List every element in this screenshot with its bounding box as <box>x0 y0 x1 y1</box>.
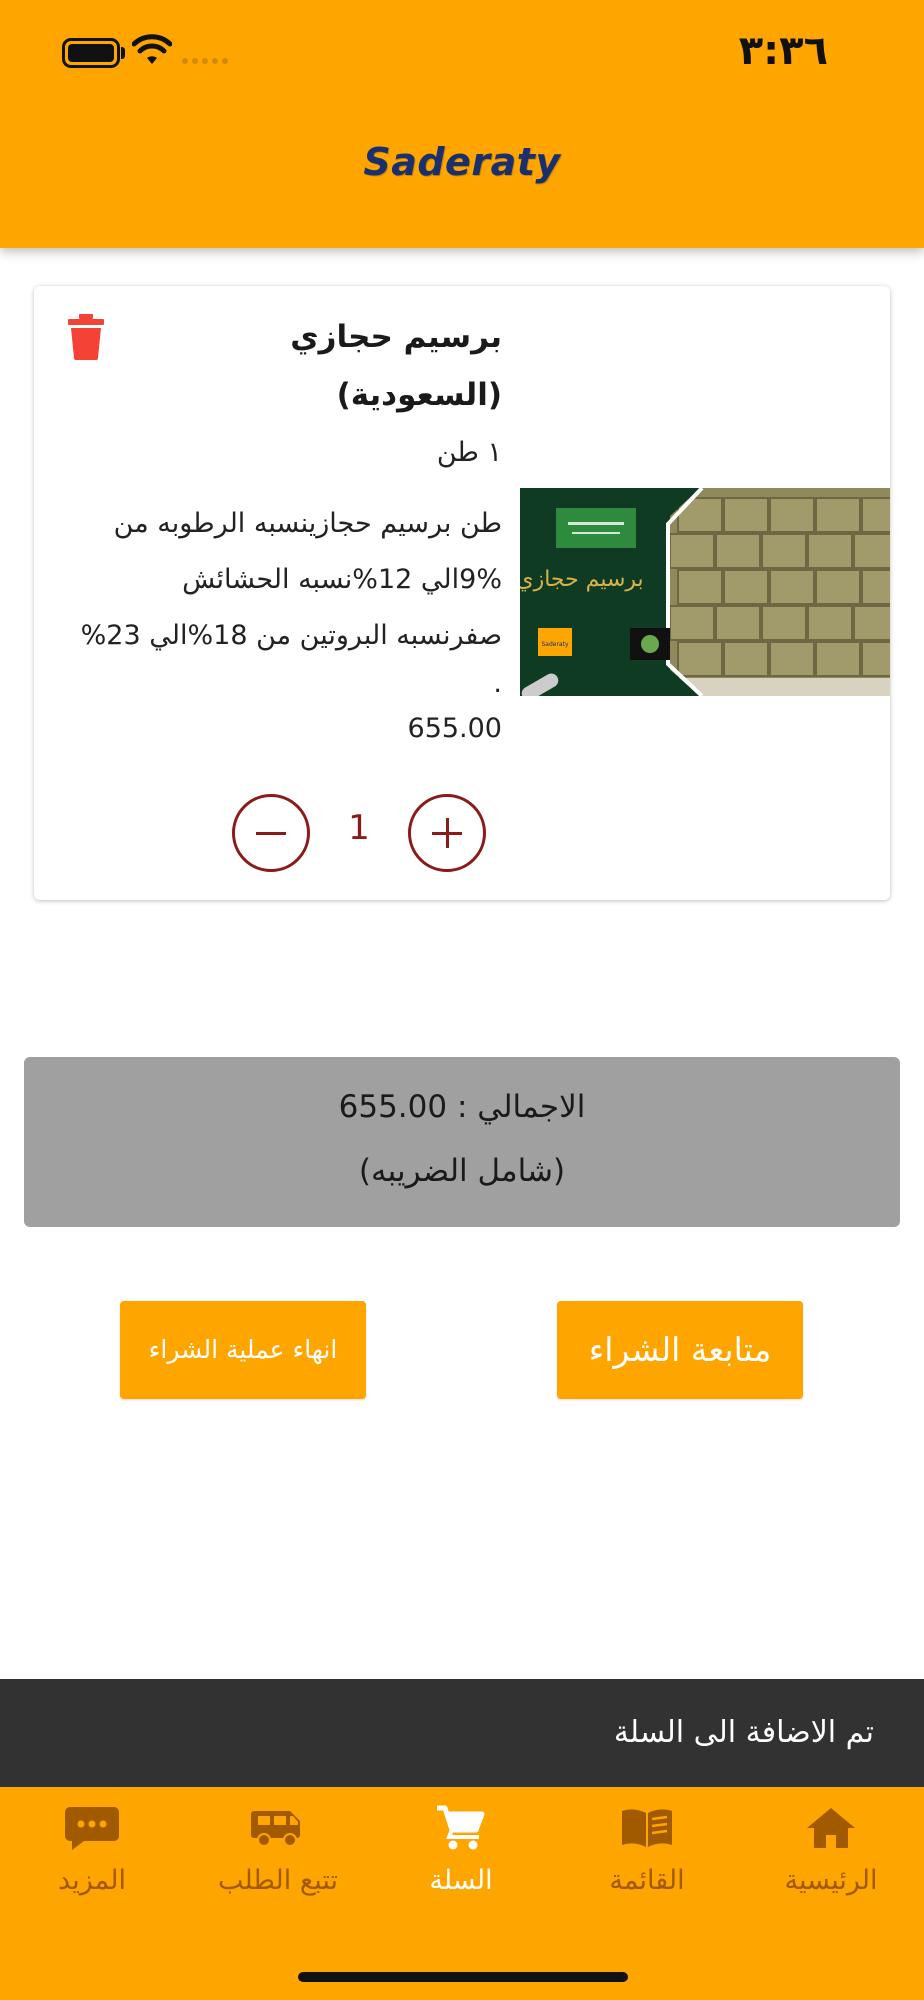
description-line: . <box>493 668 502 699</box>
nav-label-track-order: تتبع الطلب <box>217 1865 339 1896</box>
nav-label-menu: القائمة <box>609 1865 685 1896</box>
item-name: برسيم حجازي <box>290 319 502 355</box>
tax-note: (شامل الضريبه) <box>358 1153 566 1189</box>
truck-icon <box>251 1811 300 1847</box>
item-description: طن برسيم حجازينسبه الرطوبه من 9%الي 12%ن… <box>62 496 502 704</box>
battery-icon <box>62 38 120 68</box>
nav-item-more[interactable]: المزيد <box>2 1805 182 1925</box>
quantity-stepper: 1 <box>232 794 486 874</box>
more-chat-icon <box>65 1807 119 1850</box>
quantity-value: 1 <box>348 808 370 848</box>
app-header: ٣:٣٦ Saderaty <box>0 0 924 248</box>
image-logo-text: Saderaty <box>541 641 568 648</box>
item-origin: (السعودية) <box>336 377 502 413</box>
description-line: صفرنسبه البروتين من 18%الي 23% <box>80 620 502 651</box>
continue-shopping-button[interactable]: متابعة الشراء <box>557 1301 803 1399</box>
nav-label-cart: السلة <box>429 1865 493 1896</box>
snackbar-message: تم الاضافة الى السلة <box>0 1679 924 1787</box>
home-indicator[interactable] <box>298 1972 628 1982</box>
product-image: برسيم حجازي Saderaty <box>520 488 890 696</box>
nav-label-home: الرئيسية <box>784 1865 878 1896</box>
item-details: برسيم حجازي (السعودية) ١ طن طن برسيم حجا… <box>62 308 502 754</box>
nav-item-home[interactable]: الرئيسية <box>741 1805 921 1925</box>
nav-item-cart[interactable]: السلة <box>371 1805 551 1925</box>
nav-item-track-order[interactable]: تتبع الطلب <box>188 1805 368 1925</box>
description-line: 9%الي 12%نسبه الحشائش <box>182 564 502 595</box>
nav-item-menu[interactable]: القائمة <box>557 1805 737 1925</box>
image-banner-text: برسيم حجازي <box>520 567 644 592</box>
wifi-icon <box>132 34 172 64</box>
battery-tip <box>121 47 125 59</box>
bottom-navigation: المزيد تتبع الطلب السلة القائمة الرئيسية <box>0 1787 924 2000</box>
description-line: طن برسيم حجازينسبه الرطوبه من <box>113 508 502 539</box>
item-unit: ١ طن <box>436 437 502 468</box>
increase-quantity-button[interactable] <box>408 794 486 872</box>
cellular-signal-icon <box>182 58 228 64</box>
finish-purchase-button[interactable]: انهاء عملية الشراء <box>120 1301 366 1399</box>
status-time: ٣:٣٦ <box>738 28 828 74</box>
home-icon <box>807 1808 855 1848</box>
item-price: 655.00 <box>407 713 502 744</box>
cart-total-box: الاجمالي : 655.00 (شامل الضريبه) <box>24 1057 900 1227</box>
decrease-quantity-button[interactable] <box>232 794 310 872</box>
app-logo: Saderaty <box>363 140 561 184</box>
book-icon <box>622 1809 672 1847</box>
nav-label-more: المزيد <box>58 1865 126 1896</box>
cart-icon <box>437 1805 485 1850</box>
total-amount: الاجمالي : 655.00 <box>338 1089 586 1125</box>
cart-item-card: برسيم حجازي (السعودية) ١ طن طن برسيم حجا… <box>34 286 890 900</box>
